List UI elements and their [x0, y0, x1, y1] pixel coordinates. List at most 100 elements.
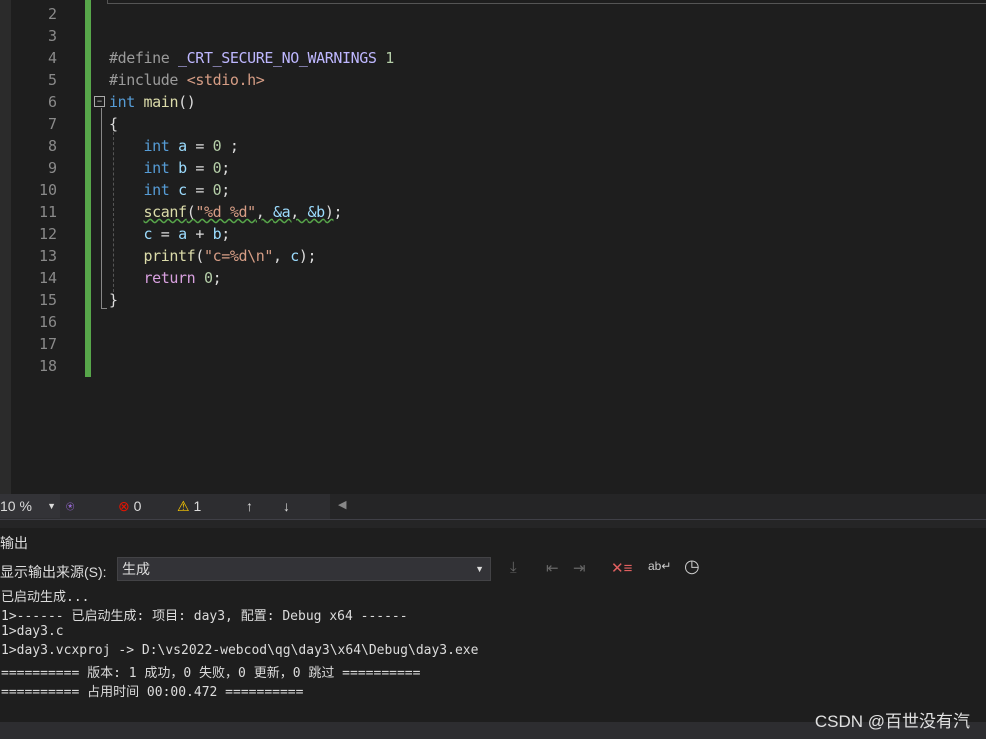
code-token: ); [298, 247, 317, 265]
code-line[interactable]: } [109, 291, 118, 309]
horizontal-scrollbar[interactable]: ◀ [330, 494, 986, 519]
zoom-dropdown[interactable]: 10 % ▼ [0, 494, 60, 518]
code-token: } [109, 291, 118, 309]
code-token: () [178, 93, 196, 111]
next-message-icon[interactable]: ⇥ [573, 559, 586, 577]
line-number: 13 [38, 247, 57, 265]
goto-location-icon[interactable]: ⤓ [510, 559, 517, 576]
word-wrap-icon[interactable]: ab↵ [648, 559, 671, 573]
line-number: 3 [47, 27, 57, 45]
arrow-down-icon[interactable]: ↓ [283, 498, 290, 514]
code-line[interactable]: scanf("%d %d", &a, &b); [109, 203, 343, 221]
output-source-select[interactable]: 生成 ▼ [117, 557, 491, 581]
error-icon: ⊗ [118, 498, 130, 514]
code-token: a [178, 137, 187, 155]
code-token: _CRT_SECURE_NO_WARNINGS [178, 49, 377, 67]
warnings-indicator[interactable]: ⚠ 1 [177, 498, 201, 515]
source-label: 显示输出来源(S): [0, 564, 107, 580]
line-number: 7 [47, 115, 57, 133]
code-token: int [143, 181, 170, 199]
code-line[interactable]: int b = 0; [109, 159, 231, 177]
code-token: b [178, 159, 187, 177]
code-token: &a [273, 203, 291, 221]
code-token: + [186, 225, 213, 243]
collapse-icon[interactable]: − [94, 96, 105, 107]
code-token: return [143, 269, 196, 287]
code-token: 0 [212, 137, 222, 155]
code-line[interactable]: c = a + b; [109, 225, 231, 243]
line-number: 11 [38, 203, 57, 221]
code-token: 0 [212, 181, 222, 199]
intellicode-icon[interactable]: ⍟ [66, 498, 74, 515]
code-token: ( [195, 247, 204, 265]
previous-message-icon[interactable]: ⇤ [546, 559, 559, 577]
code-token: a [178, 225, 187, 243]
output-panel-header: 输出 [0, 528, 986, 556]
output-line: 已启动生成... [1, 590, 90, 605]
output-title: 输出 [0, 535, 28, 551]
warning-count: 1 [193, 498, 202, 514]
line-number: 14 [38, 269, 57, 287]
output-line: 1>------ 已启动生成: 项目: day3, 配置: Debug x64 … [1, 609, 408, 624]
line-number: 10 [38, 181, 57, 199]
editor-margin [0, 0, 11, 494]
code-token: 1 [376, 49, 394, 67]
line-number: 6 [47, 93, 57, 111]
line-number: 17 [38, 335, 57, 353]
chevron-down-icon: ▼ [475, 564, 484, 574]
source-value: 生成 [122, 561, 150, 577]
line-number: 5 [47, 71, 57, 89]
code-token: &b [307, 203, 326, 221]
code-line[interactable]: int a = 0 ; [109, 137, 239, 155]
errors-indicator[interactable]: ⊗ 0 [118, 498, 141, 515]
change-tracking-bar [85, 0, 91, 377]
zoom-value: 10 % [0, 498, 32, 514]
scope-line [107, 0, 986, 4]
line-number: 8 [47, 137, 57, 155]
code-token: ; [333, 203, 343, 221]
code-line[interactable]: #define _CRT_SECURE_NO_WARNINGS 1 [109, 49, 394, 67]
line-number: 12 [38, 225, 57, 243]
output-line: ========== 版本: 1 成功，0 失败，0 更新，0 跳过 =====… [1, 666, 421, 681]
line-number: 2 [47, 5, 57, 23]
code-line[interactable]: return 0; [109, 269, 222, 287]
code-token: 0 [212, 159, 222, 177]
editor-status-bar: 10 % ▼ ⍟ ⊗ 0 ⚠ 1 ↑ ↓ ◀ [0, 494, 986, 519]
panel-splitter[interactable] [0, 519, 986, 528]
code-token: ; [221, 181, 230, 199]
code-token: c [290, 247, 299, 265]
code-line[interactable]: { [109, 115, 118, 133]
code-token: ; [221, 225, 230, 243]
clear-all-icon[interactable]: ✕≡ [611, 559, 632, 577]
code-token: "c=%d\n" [203, 247, 274, 265]
code-line[interactable]: #include <stdio.h> [109, 71, 265, 89]
code-token: "%d %d" [195, 203, 256, 221]
output-line: 1>day3.c [1, 624, 64, 639]
line-number: 15 [38, 291, 57, 309]
arrow-up-icon[interactable]: ↑ [246, 498, 253, 514]
code-token: , [290, 203, 308, 221]
code-token: int [143, 137, 170, 155]
line-number: 18 [38, 357, 57, 375]
output-toolbar: 显示输出来源(S): 生成 ▼ ⤓ ⇤ ⇥ ✕≡ ab↵ ◷ [0, 556, 986, 584]
output-text[interactable]: 已启动生成... 1>------ 已启动生成: 项目: day3, 配置: De… [0, 585, 986, 722]
code-line[interactable]: int c = 0; [109, 181, 231, 199]
scroll-left-icon[interactable]: ◀ [338, 498, 346, 511]
code-editor[interactable]: − 2 3 4 5 6 7 8 9 10 11 12 13 14 15 16 17 18 #define _CRT… [0, 0, 986, 494]
code-line[interactable]: printf("c=%d\n", c); [109, 247, 317, 265]
line-number: 16 [38, 313, 57, 331]
line-number: 4 [47, 49, 57, 67]
code-token: = [186, 181, 213, 199]
code-line[interactable]: int main() [109, 93, 196, 111]
code-token: ; [221, 137, 239, 155]
code-token: ; [221, 159, 230, 177]
clock-icon[interactable]: ◷ [684, 556, 700, 577]
